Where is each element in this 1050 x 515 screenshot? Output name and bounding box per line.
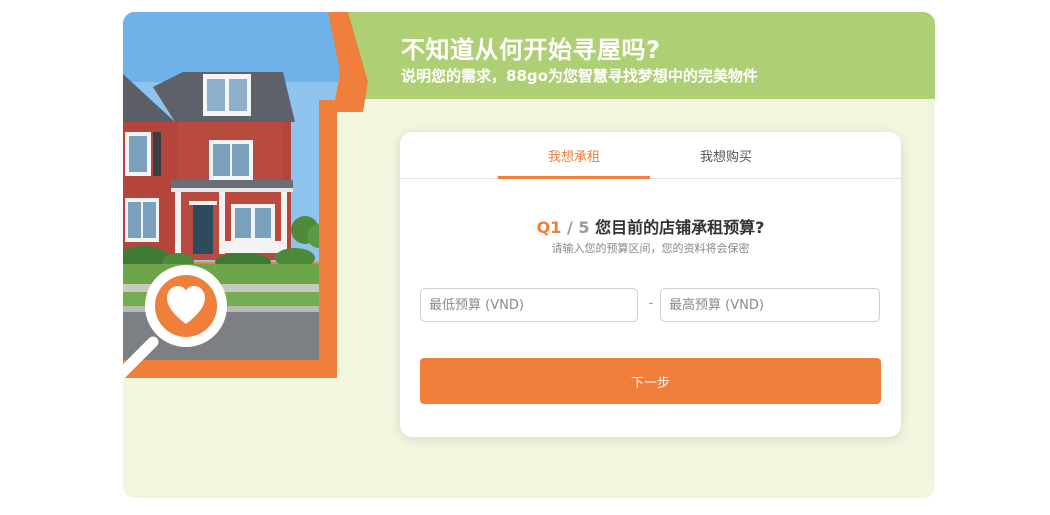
page-title: 不知道从何开始寻屋吗? (401, 36, 661, 64)
question-heading: Q1 / 5 您目前的店铺承租预算? (400, 214, 901, 238)
question-separator: / (566, 218, 573, 237)
question-text: 您目前的店铺承租预算? (595, 218, 765, 237)
range-separator: - (648, 296, 654, 311)
max-budget-input[interactable] (660, 288, 880, 322)
question-total: 5 (578, 218, 590, 237)
house-illustration (123, 12, 368, 380)
question-hint: 请输入您的预算区间，您的资料将会保密 (551, 242, 750, 255)
questionnaire-card: 我想承租 我想购买 Q1 / 5 您目前的店铺承租预算? 请输入您的预算区间，您… (400, 132, 901, 437)
tab-buy[interactable]: 我想购买 (650, 132, 802, 178)
question-number: Q1 (536, 218, 562, 237)
tab-bar: 我想承租 我想购买 (400, 132, 901, 179)
min-budget-input[interactable] (420, 288, 638, 322)
next-button[interactable]: 下一步 (420, 358, 881, 404)
page-subtitle: 说明您的需求，88go为您智慧寻找梦想中的完美物件 (401, 67, 758, 85)
search-intro-panel: 不知道从何开始寻屋吗? 说明您的需求，88go为您智慧寻找梦想中的完美物件 我想… (123, 12, 935, 498)
tab-rent[interactable]: 我想承租 (498, 132, 650, 179)
